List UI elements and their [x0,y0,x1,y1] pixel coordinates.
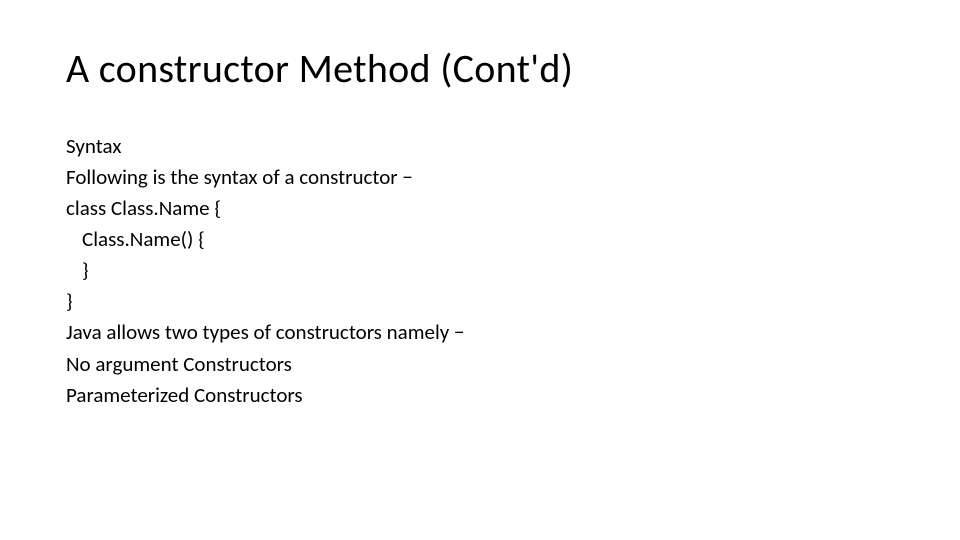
body-line-syntax: Syntax [66,131,894,162]
body-line-class-open: class Class.Name { [66,193,894,224]
body-line-class-close: } [66,286,894,317]
slide-title: A constructor Method (Cont'd) [66,44,894,93]
body-line-param: Parameterized Constructors [66,380,894,411]
body-line-ctor-open: Class.Name() { [66,224,894,255]
body-line-ctor-close: } [66,255,894,286]
slide: A constructor Method (Cont'd) Syntax Fol… [0,0,960,540]
body-line-following: Following is the syntax of a constructor… [66,162,894,193]
slide-body: Syntax Following is the syntax of a cons… [66,131,894,411]
body-line-java-allows: Java allows two types of constructors na… [66,317,894,348]
body-line-noarg: No argument Constructors [66,349,894,380]
